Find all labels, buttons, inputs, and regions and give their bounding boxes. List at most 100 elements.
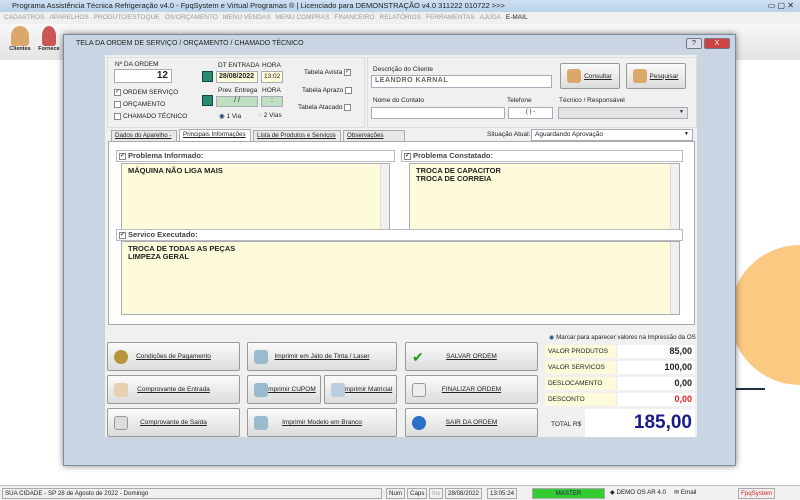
- type-label: ORÇAMENTO: [123, 101, 166, 109]
- total-value: 185,00: [585, 409, 695, 437]
- help-button[interactable]: ?: [686, 38, 702, 49]
- window-controls[interactable]: ▭ ▢ ✕: [768, 0, 794, 12]
- imprimir-jato-button[interactable]: Imprimir em Jato de Tinta / Laser: [247, 342, 397, 371]
- problema-informado-textarea[interactable]: MÁQUINA NÃO LIGA MAIS: [121, 163, 390, 231]
- tabela-avista[interactable]: Tabela Avista ✓: [304, 69, 353, 76]
- dt-entrada-field[interactable]: 28/08/2022: [216, 71, 258, 83]
- menu-ferramentas[interactable]: FERRAMENTAS: [426, 14, 475, 21]
- marcar-label: Marcar para aparecer valores na Impressã…: [556, 334, 696, 341]
- dialog-title: TELA DA ORDEM DE SERVIÇO / ORÇAMENTO / C…: [76, 40, 304, 47]
- radio-2-vias[interactable]: ○ 2 Vias: [258, 112, 282, 119]
- hora-label: HORA: [262, 62, 281, 69]
- order-number-field[interactable]: 12: [114, 69, 172, 83]
- tabela-atacado[interactable]: Tabela Atacado: [298, 104, 353, 111]
- checkbox[interactable]: ✓: [114, 89, 121, 96]
- menu-financeiro[interactable]: FINANCEIRO: [334, 14, 374, 21]
- menu-os[interactable]: OS/ORÇAMENTO: [165, 14, 218, 21]
- tab-dados-aparelho[interactable]: Dados do Aparelho ->: [111, 130, 177, 149]
- menu-vendas[interactable]: MENU VENDAS: [223, 14, 271, 21]
- menu-relatorios[interactable]: RELATÓRIOS: [380, 14, 421, 21]
- type-label: ORDEM SERVIÇO: [123, 89, 179, 97]
- problema-informado-header[interactable]: ✓ Problema Informado:: [116, 150, 395, 162]
- valor-produtos-value: 85,00: [618, 345, 695, 358]
- servico-executado-textarea[interactable]: TROCA DE TODAS AS PEÇAS LIMPEZA GERAL: [121, 241, 680, 315]
- imprimir-modelo-branco-button[interactable]: Imprimir Modelo em Branco: [247, 408, 397, 437]
- type-ordem-servico[interactable]: ✓ ORDEM SERVIÇO: [114, 89, 178, 96]
- button-label: Comprovante de Entrada: [137, 386, 210, 393]
- servico-executado-header[interactable]: ✓ Servico Executado:: [116, 229, 683, 241]
- situacao-select[interactable]: Aguardando Aprovação ▼: [531, 129, 693, 141]
- status-ins: Ins: [429, 488, 444, 499]
- button-label: Imprimir CUPOM: [266, 386, 316, 393]
- tecnico-select[interactable]: ▼: [558, 107, 688, 119]
- checkmark-icon: ✔: [412, 348, 424, 365]
- sair-ordem-button[interactable]: SAIR DA ORDEM: [405, 408, 538, 437]
- calendar-icon[interactable]: [202, 95, 213, 106]
- status-brand: FpqSystem: [738, 488, 776, 499]
- checkbox[interactable]: [114, 101, 121, 108]
- fornece-button[interactable]: Fornece: [36, 26, 62, 52]
- radio-1-via[interactable]: ◉ 1 Via: [219, 112, 241, 120]
- condicoes-pagamento-button[interactable]: Condições de Pagamento: [107, 342, 240, 371]
- checkbox[interactable]: ✓: [404, 152, 411, 160]
- menu-email[interactable]: E-MAIL: [506, 14, 528, 21]
- exit-arrow-icon: [412, 415, 426, 430]
- problema-constatado-textarea[interactable]: TROCA DE CAPACITOR TROCA DE CORREIA: [409, 163, 680, 231]
- type-orcamento[interactable]: ORÇAMENTO: [114, 101, 165, 108]
- pesquisar-button[interactable]: Pesquisar: [626, 63, 686, 89]
- checkbox[interactable]: [114, 113, 121, 120]
- valor-servicos-label: VALOR SERVICOS: [545, 361, 616, 374]
- checkbox[interactable]: [344, 104, 352, 111]
- via-label: 1 Via: [226, 113, 242, 120]
- salvar-ordem-button[interactable]: ✔ SALVAR ORDEM: [405, 342, 538, 371]
- type-chamado-tecnico[interactable]: CHAMADO TÉCNICO: [114, 113, 187, 120]
- calendar-icon[interactable]: [202, 71, 213, 82]
- tab-lista-produtos[interactable]: Lista de Produtos e Serviços ->: [253, 130, 341, 149]
- imprimir-cupom-button[interactable]: Imprimir CUPOM: [247, 375, 321, 404]
- checkbox[interactable]: ✓: [344, 69, 351, 76]
- checkbox[interactable]: ✓: [119, 152, 126, 160]
- status-caps: Caps: [407, 488, 428, 499]
- marcar-valores-radio[interactable]: ◉ Marcar para aparecer valores na Impres…: [549, 334, 696, 341]
- hora-prev-field[interactable]: :: [261, 96, 283, 107]
- telefone-field[interactable]: ( ) -: [508, 107, 553, 119]
- button-label: SALVAR ORDEM: [446, 353, 497, 360]
- checkbox[interactable]: [345, 87, 353, 94]
- contato-label: Nome do Contato: [373, 97, 424, 104]
- tabela-aprazo[interactable]: Tabela Aprazo: [302, 87, 354, 94]
- button-label: Condições de Pagamento: [136, 353, 211, 360]
- tabela-label: Tabela Avista: [304, 69, 343, 77]
- consultar-button[interactable]: Consultar: [560, 63, 620, 89]
- tab-observacoes[interactable]: Observações Gerais: [343, 130, 405, 149]
- chevron-down-icon: ▼: [679, 109, 684, 115]
- problema-constatado-header[interactable]: ✓ Problema Constatado:: [401, 150, 683, 162]
- tecnico-label: Técnico / Responsável: [559, 97, 625, 104]
- imprimir-matricial-button[interactable]: Imprimir Matricial: [324, 375, 397, 404]
- comprovante-entrada-button[interactable]: Comprovante de Entrada: [107, 375, 240, 404]
- menu-compras[interactable]: MENU COMPRAS: [276, 14, 330, 21]
- menu-aparelhos[interactable]: APARELHOS: [49, 14, 88, 21]
- clientes-button[interactable]: Clientes: [6, 26, 34, 52]
- coins-icon: [114, 349, 128, 364]
- checkbox[interactable]: ✓: [119, 231, 126, 239]
- descricao-cliente-field[interactable]: LEANDRO KARNAL: [371, 75, 552, 88]
- prev-entrega-field[interactable]: / /: [216, 96, 258, 107]
- printer-icon: [254, 382, 268, 397]
- close-button[interactable]: X: [704, 38, 730, 49]
- menu-ajuda[interactable]: AJUDA: [480, 14, 501, 21]
- contato-field[interactable]: [371, 107, 505, 119]
- status-email[interactable]: ✉ Email: [672, 488, 698, 499]
- decorative-circle: [730, 245, 800, 385]
- finalizar-ordem-button[interactable]: FINALIZAR ORDEM: [405, 375, 538, 404]
- tabela-label: Tabela Aprazo: [302, 87, 344, 95]
- valor-produtos-label: VALOR PRODUTOS: [545, 345, 616, 358]
- comprovante-saida-button[interactable]: Comprovante de Saída: [107, 408, 240, 437]
- tabela-label: Tabela Atacado: [298, 104, 343, 112]
- hora-entrada-field[interactable]: 13:02: [261, 71, 283, 83]
- button-label: SAIR DA ORDEM: [445, 419, 498, 426]
- menu-produto[interactable]: PRODUTO/ESTOQUE: [94, 14, 160, 21]
- desconto-field[interactable]: 0,00: [618, 393, 695, 406]
- menu-cadastros[interactable]: CADASTROS: [4, 14, 44, 21]
- printer-icon: [331, 382, 345, 397]
- deslocamento-field[interactable]: 0,00: [618, 377, 695, 390]
